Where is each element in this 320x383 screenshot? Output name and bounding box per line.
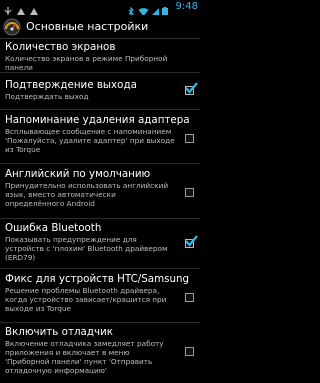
notification-icon <box>16 2 26 15</box>
setting-summary: Принудительно использовать английский яз… <box>5 181 169 208</box>
exit-confirm-checkbox[interactable] <box>185 82 198 95</box>
setting-title: Включить отладчик <box>5 326 113 338</box>
setting-title: Напоминание удаления адаптера <box>5 114 190 126</box>
setting-summary: Подтверждать выход <box>5 92 89 101</box>
setting-title: Ошибка Bluetooth <box>5 222 102 234</box>
setting-summary: Показывать предупреждение для устройств … <box>5 235 168 262</box>
check-icon <box>185 82 198 94</box>
notification-icon <box>29 2 39 15</box>
usb-icon <box>3 2 13 16</box>
setting-summary: Всплывающее сообщение с напоминанием 'По… <box>5 127 175 154</box>
setting-title: Фикс для устройств HTC/Samsung <box>5 273 190 285</box>
action-bar: Основные настройки <box>0 15 200 39</box>
setting-summary: Количество экранов в режиме Приборной па… <box>5 54 168 72</box>
settings-list: Количество экранов Количество экранов в … <box>0 39 200 383</box>
setting-htc-samsung-fix[interactable]: Фикс для устройств HTC/Samsung Решение п… <box>0 269 200 323</box>
bluetooth-icon <box>126 2 136 17</box>
signal-icon <box>150 2 160 16</box>
setting-summary: Решение проблемы Bluetooth драйвера, ког… <box>5 286 167 313</box>
page-title: Основные настройки <box>26 20 149 33</box>
setting-screen-count[interactable]: Количество экранов Количество экранов в … <box>0 39 200 73</box>
check-icon <box>185 235 198 247</box>
setting-exit-confirm[interactable]: Подтверждение выхода Подтверждать выход <box>0 73 200 110</box>
setting-english-default[interactable]: Английский по умолчанию Принудительно ис… <box>0 164 200 219</box>
english-default-checkbox[interactable] <box>185 188 194 197</box>
setting-bluetooth-error[interactable]: Ошибка Bluetooth Показывать предупрежден… <box>0 219 200 269</box>
htc-samsung-fix-checkbox[interactable] <box>185 293 194 302</box>
bluetooth-error-checkbox[interactable] <box>185 235 198 248</box>
setting-title: Подтверждение выхода <box>5 79 137 91</box>
debugger-checkbox[interactable] <box>185 347 194 356</box>
setting-title: Количество экранов <box>5 41 116 53</box>
adapter-reminder-checkbox[interactable] <box>185 134 194 143</box>
status-bar: 9:48 <box>0 0 200 17</box>
setting-title: Английский по умолчанию <box>5 168 151 180</box>
app-icon[interactable] <box>3 17 21 36</box>
setting-debugger[interactable]: Включить отладчик Включение отладчика за… <box>0 323 200 383</box>
wifi-icon <box>138 2 149 16</box>
battery-icon <box>161 2 172 17</box>
setting-adapter-reminder[interactable]: Напоминание удаления адаптера Всплывающе… <box>0 110 200 164</box>
setting-summary: Включение отладчика замедляет работу при… <box>5 339 164 375</box>
status-time: 9:48 <box>175 1 198 12</box>
